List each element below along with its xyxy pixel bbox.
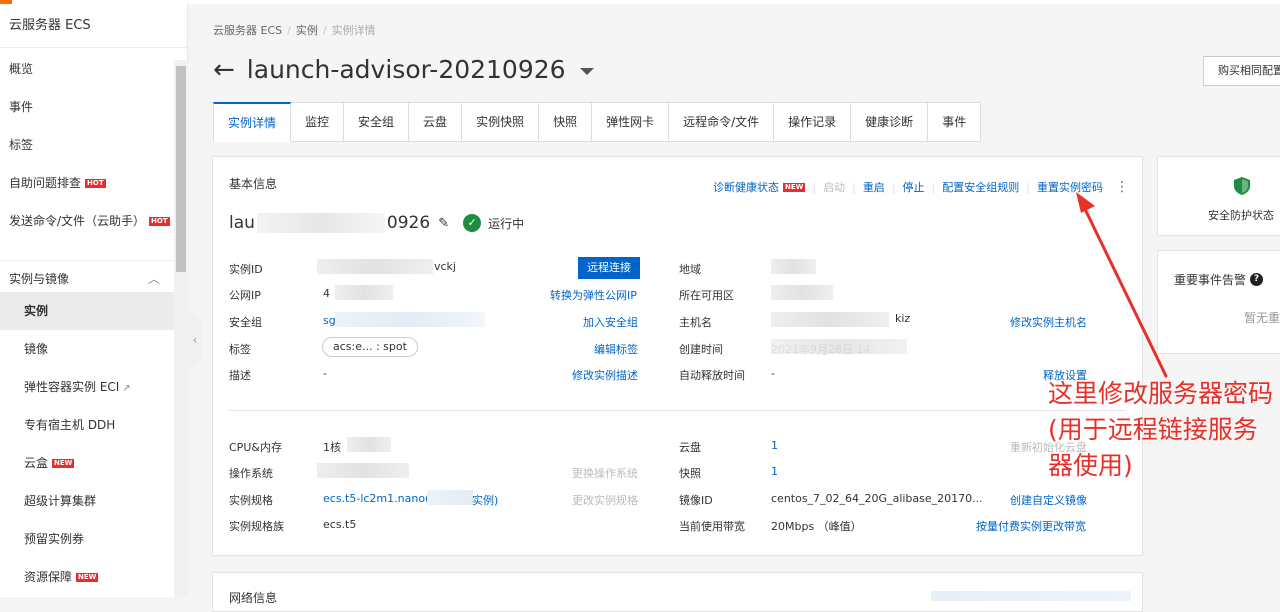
annotation-text: 这里修改服务器密码(用于远程链接服务器使用) <box>1048 379 1274 480</box>
annotation-arrow <box>1076 192 1168 378</box>
